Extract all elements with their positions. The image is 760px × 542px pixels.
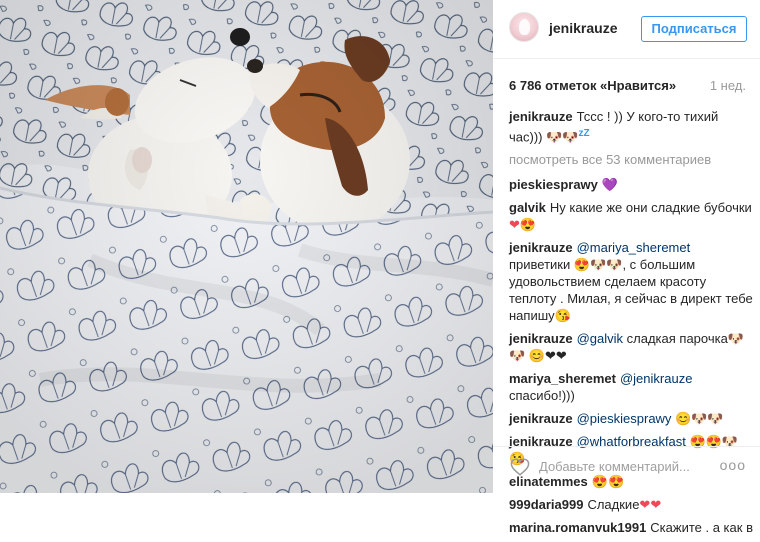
- comment-username[interactable]: jenikrauze: [509, 240, 573, 255]
- comment: 999daria999 Сладкие❤❤: [509, 496, 753, 513]
- comment-username[interactable]: jenikrauze: [509, 411, 573, 426]
- author-username[interactable]: jenikrauze: [549, 20, 617, 36]
- comment-bar: Добавьте комментарий... ooo: [493, 446, 760, 494]
- dog-emoji-icon: 🐶🐶: [546, 129, 579, 145]
- comment: pieskiesprawy 💜: [509, 176, 753, 193]
- post-sidebar: jenikrauze Подписаться 6 786 отметок «Нр…: [493, 0, 760, 535]
- dogs-under-blanket-image: [0, 0, 493, 493]
- comment-mention[interactable]: @mariya_sheremet: [577, 240, 691, 255]
- view-all-comments-link[interactable]: посмотреть все 53 комментариев: [509, 151, 753, 168]
- heart-eyes-emoji-icon: 😍: [519, 217, 537, 233]
- comment-username[interactable]: pieskiesprawy: [509, 177, 598, 192]
- comment-username[interactable]: galvik: [509, 200, 546, 215]
- comment-text: Сладкие: [587, 497, 640, 513]
- smile-emoji-icon: 😊: [528, 348, 545, 364]
- comment-username[interactable]: mariya_sheremet: [509, 371, 616, 386]
- comment-text: сладкая парочка: [626, 331, 728, 347]
- comment: jenikrauze @galvik сладкая парочка🐶🐶 😊❤❤: [509, 330, 753, 364]
- red-heart-icon: ❤❤: [639, 497, 662, 513]
- purple-heart-icon: 💜: [601, 177, 619, 193]
- heart-outline-icon[interactable]: [510, 458, 530, 481]
- red-heart-icon: ❤: [509, 217, 520, 233]
- likes-count[interactable]: 6 786 отметок «Нравится»: [509, 78, 676, 93]
- black-hearts-icon: ❤❤: [545, 348, 567, 364]
- more-options-icon[interactable]: ooo: [720, 457, 746, 473]
- comment-username[interactable]: marina.romanvuk1991: [509, 520, 646, 535]
- kiss-emoji-icon: 😘: [554, 308, 571, 324]
- smile-emoji-icon: 😊: [675, 411, 692, 427]
- comment-username[interactable]: jenikrauze: [509, 109, 573, 124]
- follow-button[interactable]: Подписаться: [641, 16, 747, 42]
- comment: mariya_sheremet @jenikrauze спасибо!))): [509, 370, 753, 404]
- comment-mention[interactable]: @pieskiesprawy: [577, 411, 672, 426]
- caption: jenikrauze Тссс ! )) У кого-то тихий час)…: [509, 108, 753, 145]
- author-avatar[interactable]: [509, 12, 539, 42]
- add-comment-input[interactable]: Добавьте комментарий...: [539, 459, 690, 474]
- emoji-group: 🐶🐶zZ: [546, 125, 589, 145]
- comment: galvik Ну какие же они сладкие бубочки ❤😍: [509, 199, 753, 233]
- zzz-emoji-icon: zZ: [578, 128, 590, 139]
- post-header: jenikrauze Подписаться: [493, 0, 760, 59]
- post-time[interactable]: 1 нед.: [710, 78, 746, 93]
- dog-emoji-icon: 🐶🐶: [691, 411, 724, 427]
- comment-mention[interactable]: @jenikrauze: [620, 371, 692, 386]
- comment-text: спасибо!))): [509, 388, 575, 404]
- comment-username[interactable]: jenikrauze: [509, 331, 573, 346]
- comment-text: Скажите . а как вы: [650, 520, 753, 536]
- comment-text: Ну какие же они сладкие бубочки: [549, 200, 752, 216]
- comment: jenikrauze @mariya_sheremet приветики 😍🐶🐶…: [509, 239, 753, 324]
- dog-emoji-icon: 🐶🐶: [590, 257, 623, 273]
- heart-eyes-emoji-icon: 😍: [573, 257, 591, 273]
- comment: marina.romanvuk1991 Скажите . а как вы: [509, 519, 753, 536]
- comment-text: приветики: [509, 257, 571, 273]
- post-photo[interactable]: [0, 0, 493, 493]
- comment-username[interactable]: 999daria999: [509, 497, 583, 512]
- comment-mention[interactable]: @galvik: [577, 331, 623, 346]
- comment: jenikrauze @pieskiesprawy 😊🐶🐶: [509, 410, 753, 427]
